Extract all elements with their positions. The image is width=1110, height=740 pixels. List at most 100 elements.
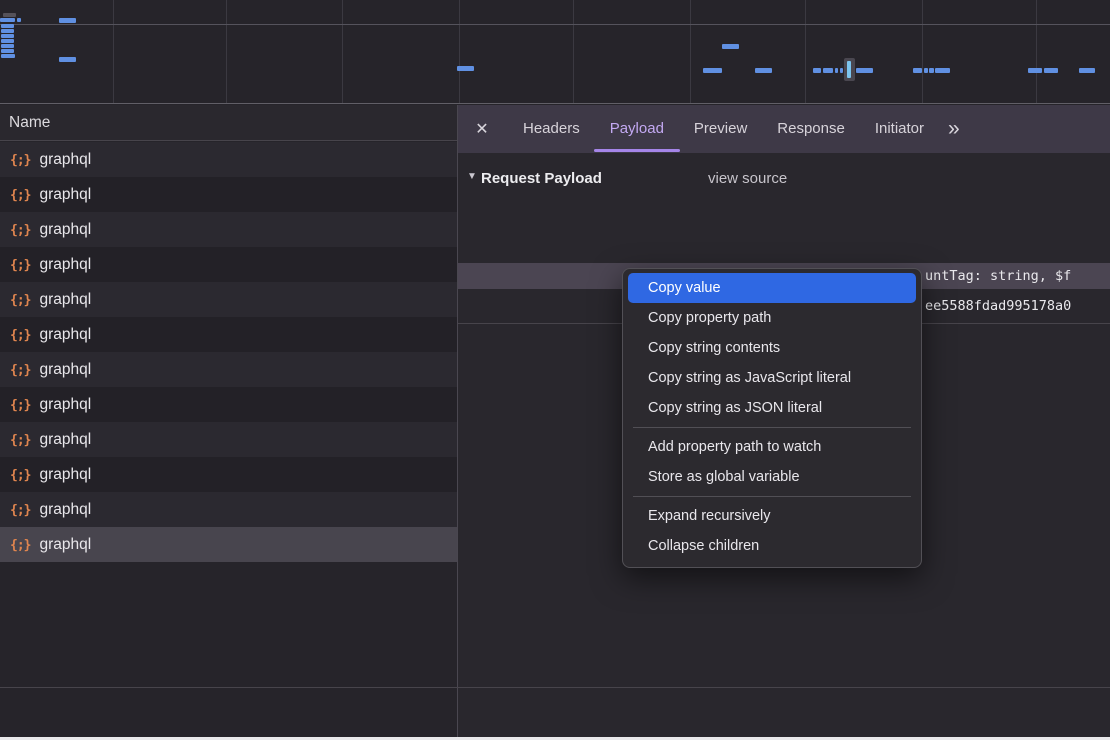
request-list: {;} graphql {;} graphql {;} graphql {;} graphql… xyxy=(0,142,457,562)
property-value-continuation: untTag: string, $f xyxy=(925,263,1071,289)
request-row[interactable]: {;} graphql xyxy=(0,422,457,457)
menu-item-store-as-global-variable[interactable]: Store as global variable xyxy=(628,462,916,492)
request-row[interactable]: {;} graphql xyxy=(0,142,457,177)
json-icon: {;} xyxy=(10,153,30,168)
overview-request-bar xyxy=(59,18,76,23)
tab-response[interactable]: Response xyxy=(777,105,845,153)
overview-request-bar xyxy=(1,34,14,38)
overview-gridline xyxy=(342,0,343,103)
request-label: graphql xyxy=(39,221,91,239)
payload-section-header: ▼ Request Payload view source xyxy=(458,167,1110,191)
request-label: graphql xyxy=(39,326,91,344)
tab-payload[interactable]: Payload xyxy=(610,105,664,153)
tab-strip: Headers Payload Preview Response Initiator xyxy=(493,105,924,153)
overview-hover-tick xyxy=(847,61,851,78)
json-icon: {;} xyxy=(10,363,30,378)
tree-row-root[interactable]: ▼ {operationName: "ipFlowTimeseries", va… xyxy=(458,203,1110,229)
request-row[interactable]: {;} graphql xyxy=(0,387,457,422)
overview-request-bar xyxy=(703,68,722,73)
menu-item-copy-string-contents[interactable]: Copy string contents xyxy=(628,333,916,363)
overview-request-bar xyxy=(755,68,772,73)
requests-panel: Name {;} graphql {;} graphql {;} graphql {;} gr… xyxy=(0,105,457,740)
overview-request-bar xyxy=(1044,68,1058,73)
json-icon: {;} xyxy=(10,223,30,238)
overview-request-bar xyxy=(1079,68,1095,73)
overview-request-bar xyxy=(924,68,928,73)
request-row[interactable]: {;} graphql xyxy=(0,247,457,282)
details-tab-bar: ✕ Headers Payload Preview Response Initiator… xyxy=(458,105,1110,153)
overview-request-bar xyxy=(935,68,950,73)
menu-item-add-property-path-to-watch[interactable]: Add property path to watch xyxy=(628,432,916,462)
overview-request-bar xyxy=(17,18,21,22)
request-row[interactable]: {;} graphql xyxy=(0,282,457,317)
menu-divider xyxy=(633,427,911,428)
request-label: graphql xyxy=(39,291,91,309)
overview-request-bar xyxy=(1,39,14,43)
overview-request-bar xyxy=(59,57,76,62)
name-column-header[interactable]: Name xyxy=(0,105,457,141)
overview-request-bar xyxy=(813,68,821,73)
json-icon: {;} xyxy=(10,188,30,203)
overview-request-bar xyxy=(1,44,14,48)
menu-item-expand-recursively[interactable]: Expand recursively xyxy=(628,501,916,531)
table-footer-divider xyxy=(0,687,1110,688)
request-label: graphql xyxy=(39,186,91,204)
tab-headers[interactable]: Headers xyxy=(523,105,580,153)
overview-request-bar xyxy=(457,66,474,71)
overview-request-bar xyxy=(835,68,838,73)
property-value-continuation: ee5588fdad995178a0 xyxy=(925,293,1071,319)
overview-request-bar xyxy=(856,68,873,73)
context-menu: Copy valueCopy property pathCopy string … xyxy=(622,268,922,568)
request-label: graphql xyxy=(39,431,91,449)
overview-request-bar xyxy=(0,18,15,22)
request-label: graphql xyxy=(39,151,91,169)
request-label: graphql xyxy=(39,361,91,379)
json-icon: {;} xyxy=(10,503,30,518)
view-source-link[interactable]: view source xyxy=(708,167,787,191)
request-row[interactable]: {;} graphql xyxy=(0,457,457,492)
menu-item-copy-property-path[interactable]: Copy property path xyxy=(628,303,916,333)
json-icon: {;} xyxy=(10,293,30,308)
tree-row-operation-name[interactable]: operationName: "ipFlowTimeseries" xyxy=(458,233,1110,259)
overview-request-bar xyxy=(1,29,14,33)
json-icon: {;} xyxy=(10,468,30,483)
section-collapse-icon[interactable]: ▼ xyxy=(467,171,477,182)
request-label: graphql xyxy=(39,396,91,414)
close-icon[interactable]: ✕ xyxy=(471,119,493,139)
menu-item-copy-string-as-javascript-literal[interactable]: Copy string as JavaScript literal xyxy=(628,363,916,393)
request-row[interactable]: {;} graphql xyxy=(0,177,457,212)
json-icon: {;} xyxy=(10,398,30,413)
request-row[interactable]: {;} graphql xyxy=(0,212,457,247)
overview-bar-gray xyxy=(3,13,16,17)
request-label: graphql xyxy=(39,466,91,484)
json-icon: {;} xyxy=(10,328,30,343)
json-icon: {;} xyxy=(10,538,30,553)
tab-initiator[interactable]: Initiator xyxy=(875,105,924,153)
overview-timeline-rule xyxy=(0,24,1110,25)
json-icon: {;} xyxy=(10,258,30,273)
overview-request-bar xyxy=(722,44,739,49)
overview-gridline xyxy=(459,0,460,103)
request-label: graphql xyxy=(39,256,91,274)
request-label: graphql xyxy=(39,536,91,554)
more-tabs-icon[interactable]: » xyxy=(948,107,960,151)
request-row[interactable]: {;} graphql xyxy=(0,317,457,352)
overview-request-bar xyxy=(929,68,934,73)
request-row[interactable]: {;} graphql xyxy=(0,492,457,527)
menu-item-copy-value[interactable]: Copy value xyxy=(628,273,916,303)
overview-gridline xyxy=(226,0,227,103)
overview-gridline xyxy=(805,0,806,103)
network-overview[interactable] xyxy=(0,0,1110,104)
overview-request-bar xyxy=(1,24,14,28)
menu-item-collapse-children[interactable]: Collapse children xyxy=(628,531,916,561)
tab-preview[interactable]: Preview xyxy=(694,105,747,153)
overview-request-bar xyxy=(1028,68,1042,73)
overview-request-bar xyxy=(913,68,922,73)
request-label: graphql xyxy=(39,501,91,519)
overview-request-bar xyxy=(1,49,14,53)
menu-item-copy-string-as-json-literal[interactable]: Copy string as JSON literal xyxy=(628,393,916,423)
request-row[interactable]: {;} graphql xyxy=(0,352,457,387)
json-icon: {;} xyxy=(10,433,30,448)
request-row[interactable]: {;} graphql xyxy=(0,527,457,562)
menu-divider xyxy=(633,496,911,497)
